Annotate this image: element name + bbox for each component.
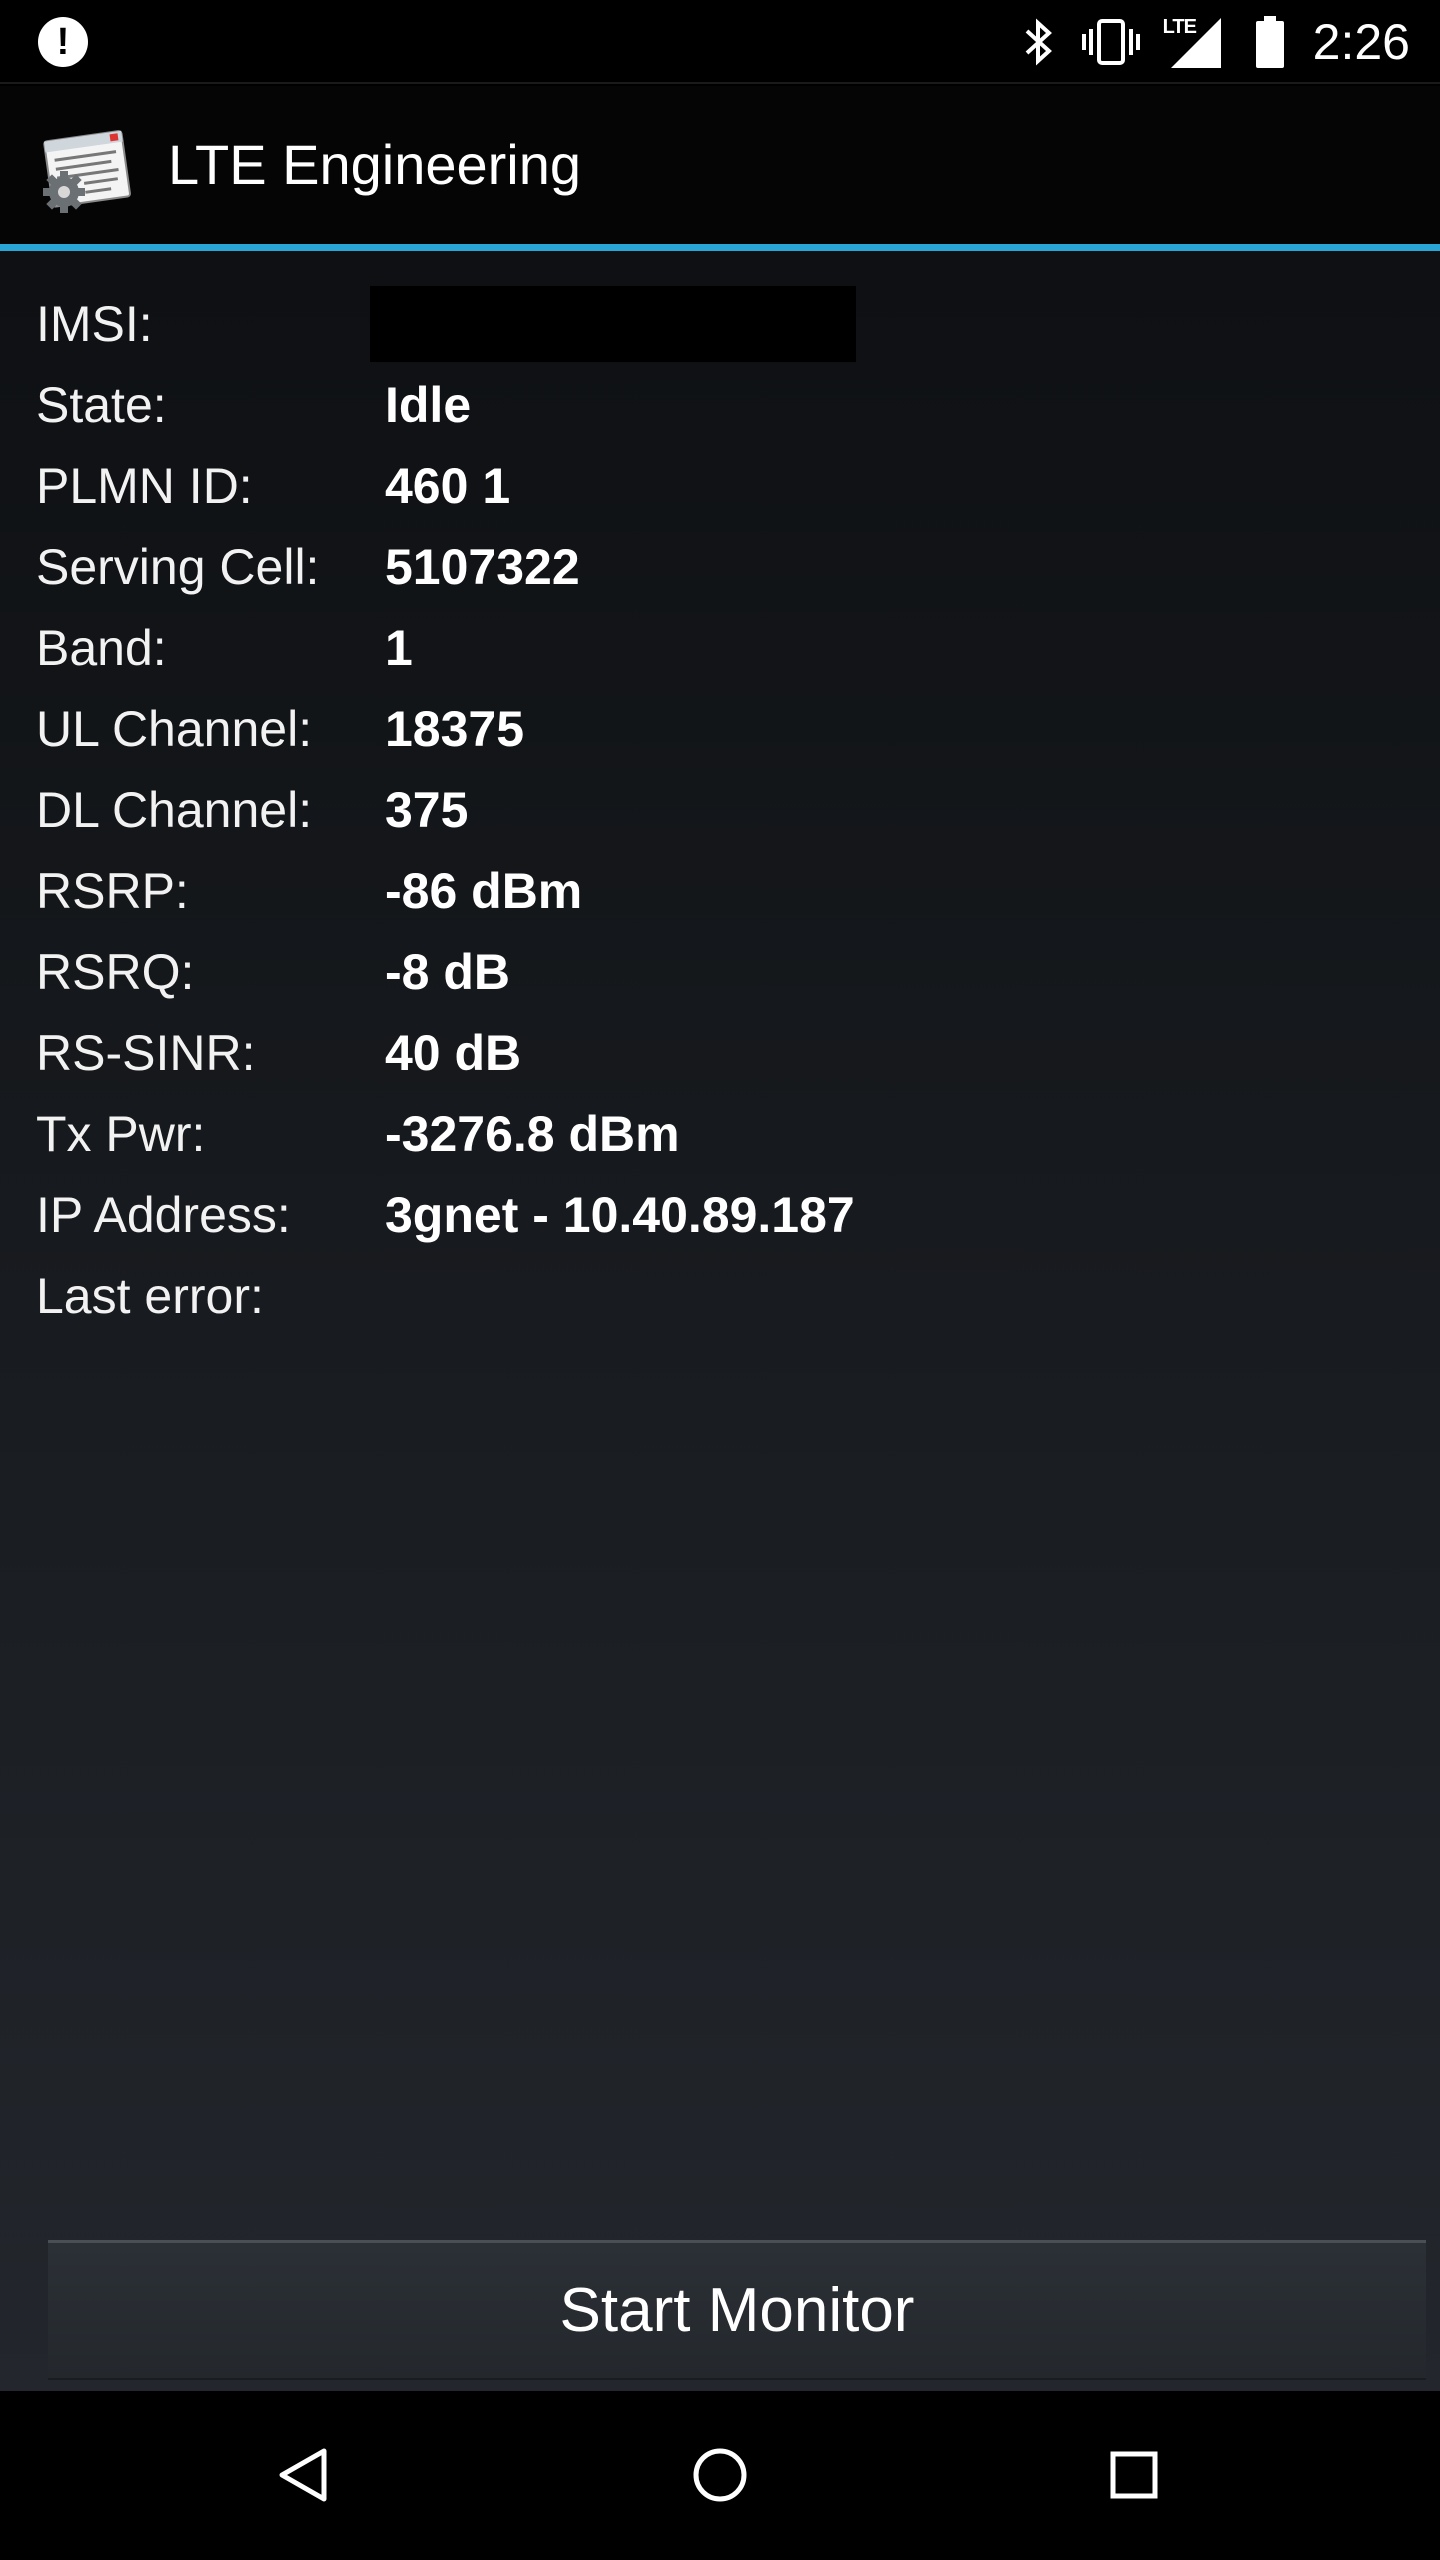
info-row-last-error: Last error: bbox=[36, 1256, 1396, 1337]
info-row-rsrq: RSRQ: -8 dB bbox=[36, 932, 1396, 1013]
back-icon bbox=[279, 2448, 327, 2502]
info-label: RSRP: bbox=[36, 863, 189, 919]
home-button[interactable] bbox=[670, 2425, 770, 2525]
info-row-band: Band: 1 bbox=[36, 608, 1396, 689]
info-value: Idle bbox=[385, 377, 472, 433]
redacted-block bbox=[370, 286, 856, 362]
info-value: 460 1 bbox=[385, 458, 511, 514]
info-value: 40 dB bbox=[385, 1025, 522, 1081]
info-value: -86 dBm bbox=[385, 863, 583, 919]
clock: 2:26 bbox=[1312, 14, 1410, 70]
info-row-state: State: Idle bbox=[36, 365, 1396, 446]
navigation-bar bbox=[0, 2391, 1440, 2560]
info-label: Tx Pwr: bbox=[36, 1106, 206, 1162]
info-panel: IMSI: State: Idle PLMN ID: 460 1 Serving… bbox=[0, 251, 1440, 2391]
info-label: Serving Cell: bbox=[36, 539, 320, 595]
app-title: LTE Engineering bbox=[168, 133, 581, 196]
info-label: UL Channel: bbox=[36, 701, 313, 757]
info-row-serving-cell: Serving Cell: 5107322 bbox=[36, 527, 1396, 608]
battery-icon bbox=[1255, 16, 1284, 68]
info-row-ip-address: IP Address: 3gnet - 10.40.89.187 bbox=[36, 1175, 1396, 1256]
start-monitor-button[interactable]: Start Monitor bbox=[48, 2240, 1426, 2380]
info-label: PLMN ID: bbox=[36, 458, 253, 514]
info-row-rsrp: RSRP: -86 dBm bbox=[36, 851, 1396, 932]
lte-signal-icon: LTE bbox=[1163, 14, 1223, 70]
recents-button[interactable] bbox=[1084, 2425, 1184, 2525]
info-label: RS-SINR: bbox=[36, 1025, 256, 1081]
info-label: IMSI: bbox=[36, 296, 153, 352]
action-bar: LTE Engineering bbox=[0, 86, 1440, 244]
info-label: Last error: bbox=[36, 1268, 264, 1324]
info-row-imsi: IMSI: bbox=[36, 284, 1396, 365]
bluetooth-icon bbox=[1025, 18, 1052, 66]
recents-icon bbox=[1110, 2451, 1158, 2499]
info-row-plmn-id: PLMN ID: 460 1 bbox=[36, 446, 1396, 527]
info-value: 18375 bbox=[385, 701, 525, 757]
status-icons: LTE 2:26 bbox=[1023, 0, 1410, 84]
info-value: 5107322 bbox=[385, 539, 580, 595]
back-button[interactable] bbox=[254, 2425, 354, 2525]
status-bar: ! LTE 2:26 bbox=[0, 0, 1440, 84]
info-label: Band: bbox=[36, 620, 167, 676]
info-value: 3gnet - 10.40.89.187 bbox=[385, 1187, 855, 1243]
info-row-dl-channel: DL Channel: 375 bbox=[36, 770, 1396, 851]
home-icon bbox=[693, 2448, 747, 2502]
info-value: -8 dB bbox=[385, 944, 510, 1000]
action-bar-divider bbox=[0, 244, 1440, 251]
info-row-ul-channel: UL Channel: 18375 bbox=[36, 689, 1396, 770]
info-value: 375 bbox=[385, 782, 469, 838]
info-label: RSRQ: bbox=[36, 944, 195, 1000]
info-label: IP Address: bbox=[36, 1187, 291, 1243]
vibrate-icon bbox=[1081, 19, 1140, 65]
alert-icon: ! bbox=[38, 17, 88, 67]
info-value: -3276.8 dBm bbox=[385, 1106, 680, 1162]
info-label: State: bbox=[36, 377, 167, 433]
info-value: 1 bbox=[385, 620, 413, 676]
info-row-rs-sinr: RS-SINR: 40 dB bbox=[36, 1013, 1396, 1094]
settings-window-icon bbox=[43, 130, 131, 213]
info-label: DL Channel: bbox=[36, 782, 313, 838]
info-row-tx-pwr: Tx Pwr: -3276.8 dBm bbox=[36, 1094, 1396, 1175]
